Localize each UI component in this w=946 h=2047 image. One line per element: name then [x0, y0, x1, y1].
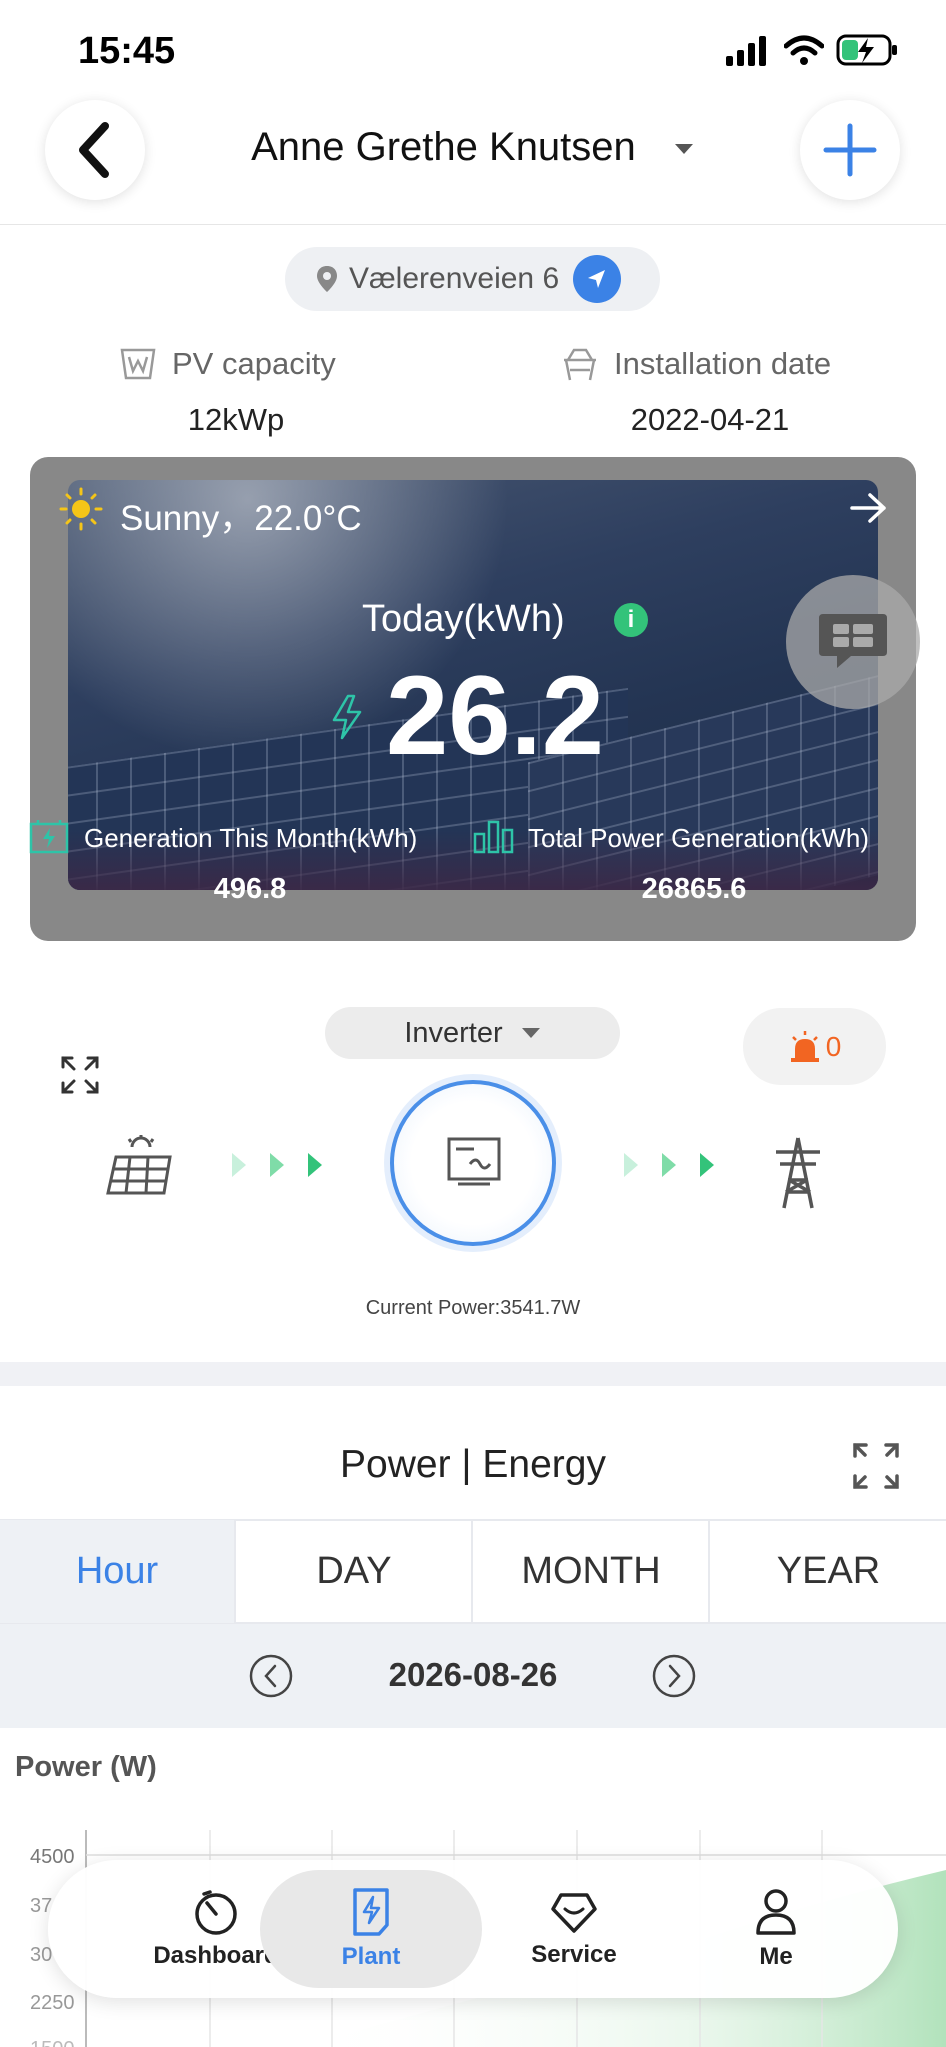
- installation-date-label: Installation date: [614, 346, 832, 381]
- chart-y-axis-label: Power (W): [15, 1751, 157, 1783]
- y-tick-30: 30: [30, 1944, 52, 1966]
- info-icon[interactable]: i: [614, 603, 648, 637]
- service-heart-icon: [551, 1893, 597, 1933]
- inverter-node[interactable]: [390, 1080, 556, 1246]
- y-tick-1500: 1500: [30, 2038, 75, 2047]
- cellular-signal-icon: [726, 36, 766, 66]
- dashboard-gauge-icon: [195, 1890, 237, 1935]
- tab-day[interactable]: DAY: [237, 1520, 473, 1623]
- next-date-button[interactable]: [651, 1653, 697, 1699]
- navigation-arrow-icon: [588, 270, 606, 288]
- arrow-right-icon[interactable]: [848, 490, 890, 526]
- bar-chart-icon: [473, 820, 514, 854]
- caret-down-icon: [521, 1028, 540, 1038]
- nav-service-label: Service: [531, 1941, 617, 1968]
- weather-text: Sunny，22.0°C: [120, 499, 362, 538]
- y-tick-4500: 4500: [30, 1846, 75, 1868]
- wifi-icon: [784, 35, 824, 65]
- alarm-badge[interactable]: 0: [743, 1008, 886, 1085]
- bottom-nav: Dashboard Plant Service Me: [48, 1860, 898, 1998]
- pv-capacity-value: 12kWp: [187, 402, 285, 437]
- location-address: Vælerenveien 6: [349, 262, 560, 295]
- device-selector[interactable]: Inverter: [325, 1007, 620, 1059]
- section-divider: [0, 1362, 946, 1386]
- device-selector-label: Inverter: [404, 1016, 503, 1049]
- installation-date-value: 2022-04-21: [630, 402, 790, 437]
- chat-icon: [819, 614, 887, 668]
- plant-title: Anne Grethe Knutsen: [251, 125, 636, 169]
- month-generation-label: Generation This Month(kWh): [84, 823, 418, 853]
- add-button[interactable]: [800, 100, 900, 200]
- solar-panel-icon: [106, 1135, 172, 1195]
- lightning-icon: [332, 694, 362, 740]
- chart-section-title: Power | Energy: [340, 1443, 606, 1486]
- inverter-icon: [447, 1137, 501, 1186]
- fullscreen-icon[interactable]: [852, 1442, 900, 1490]
- total-generation-label: Total Power Generation(kWh): [528, 823, 870, 853]
- nav-me-label: Me: [759, 1943, 793, 1970]
- total-generation-value: 26865.6: [641, 873, 747, 905]
- nav-dashboard-label: Dashboard: [153, 1942, 279, 1969]
- tab-year[interactable]: YEAR: [711, 1520, 946, 1623]
- location-pill[interactable]: Vælerenveien 6: [285, 247, 660, 311]
- pv-capacity-label: PV capacity: [172, 346, 336, 381]
- sun-icon: [59, 487, 103, 531]
- current-power-text: Current Power:3541.7W: [365, 1297, 581, 1319]
- installation-date-label-row: Installation date: [560, 346, 831, 382]
- battery-energy-icon: [29, 820, 69, 854]
- plant-icon: [353, 1888, 389, 1936]
- tab-hour[interactable]: Hour: [0, 1520, 236, 1623]
- nav-service[interactable]: Service: [474, 1860, 674, 1998]
- y-tick-2250: 2250: [30, 1992, 75, 2014]
- flow-arrows-right-icon: [624, 1153, 714, 1177]
- today-label: Today(kWh): [362, 598, 565, 640]
- status-time: 15:45: [78, 30, 176, 72]
- power-grid-tower-icon: [776, 1137, 820, 1209]
- nav-me[interactable]: Me: [676, 1860, 876, 1998]
- selected-date[interactable]: 2026-08-26: [323, 1656, 623, 1694]
- previous-date-button[interactable]: [248, 1653, 294, 1699]
- installation-icon: [564, 348, 596, 381]
- month-generation-value: 496.8: [213, 873, 287, 905]
- caret-down-icon: [674, 144, 693, 155]
- alarm-icon: [790, 1030, 819, 1062]
- pv-capacity-label-row: PV capacity: [118, 346, 336, 382]
- battery-charging-icon: [836, 34, 897, 66]
- tab-month[interactable]: MONTH: [474, 1520, 710, 1623]
- user-profile-icon: [756, 1889, 796, 1935]
- flow-arrows-left-icon: [232, 1153, 322, 1177]
- location-pin-icon: [317, 266, 337, 292]
- plus-icon: [823, 123, 877, 177]
- nav-plant-label: Plant: [341, 1943, 401, 1970]
- nav-plant[interactable]: Plant: [271, 1860, 471, 1998]
- alarm-count: 0: [825, 1030, 842, 1062]
- navigate-button[interactable]: [573, 255, 622, 303]
- pv-capacity-icon: [120, 348, 156, 380]
- expand-icon[interactable]: [60, 1055, 100, 1095]
- status-bar: 15:45: [0, 0, 946, 100]
- chat-float-button[interactable]: [786, 575, 920, 709]
- today-value: 26.2: [386, 653, 604, 778]
